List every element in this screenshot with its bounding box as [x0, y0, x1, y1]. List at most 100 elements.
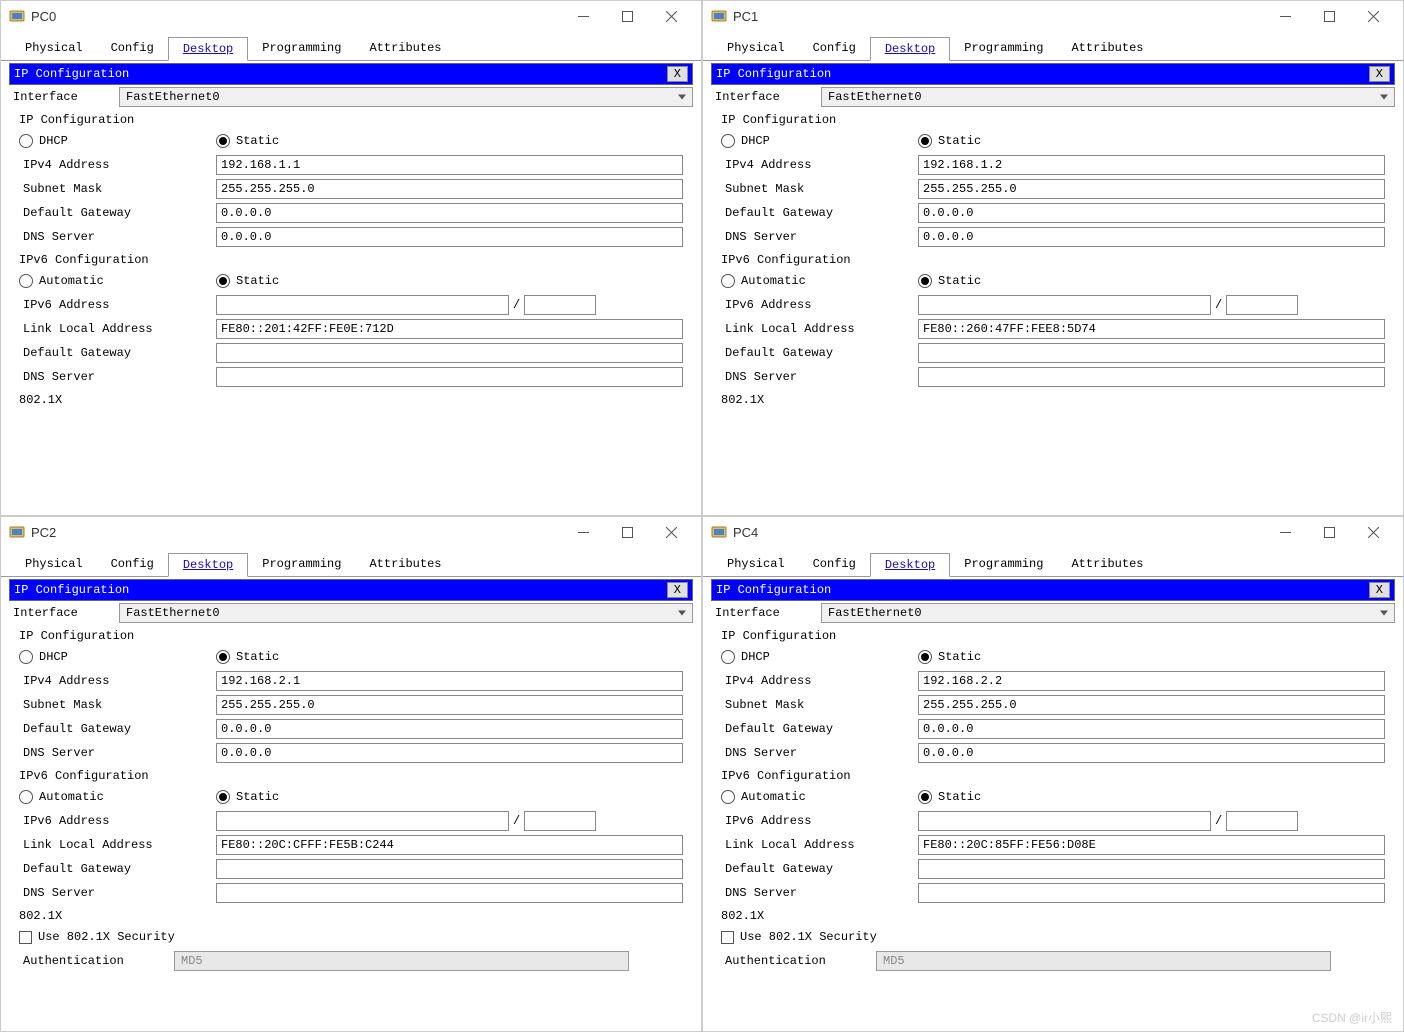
- ipv6-prefix-input[interactable]: [524, 295, 596, 315]
- link-local-input[interactable]: [216, 835, 683, 855]
- ipv6-input[interactable]: [216, 295, 509, 315]
- static-radio[interactable]: Static: [918, 650, 1115, 664]
- ipv4-input[interactable]: [918, 155, 1385, 175]
- link-local-input[interactable]: [918, 835, 1385, 855]
- dns6-input[interactable]: [216, 367, 683, 387]
- dns6-input[interactable]: [216, 883, 683, 903]
- interface-label: Interface: [711, 90, 821, 104]
- interface-select[interactable]: FastEthernet0: [821, 603, 1395, 623]
- ipv6-prefix-input[interactable]: [1226, 295, 1298, 315]
- ipv4-input[interactable]: [216, 671, 683, 691]
- tab-config[interactable]: Config: [799, 553, 870, 576]
- gateway-input[interactable]: [918, 203, 1385, 223]
- tab-desktop[interactable]: Desktop: [168, 553, 248, 577]
- tab-attributes[interactable]: Attributes: [1057, 553, 1157, 576]
- dhcp-radio[interactable]: DHCP: [721, 650, 918, 664]
- use-8021x-checkbox[interactable]: [19, 931, 32, 944]
- ipv4-input[interactable]: [216, 155, 683, 175]
- static-radio[interactable]: Static: [216, 650, 413, 664]
- interface-select[interactable]: FastEthernet0: [119, 87, 693, 107]
- link-local-input[interactable]: [918, 319, 1385, 339]
- link-local-input[interactable]: [216, 319, 683, 339]
- interface-select[interactable]: FastEthernet0: [821, 87, 1395, 107]
- ipv6-input[interactable]: [918, 295, 1211, 315]
- panel-close-button[interactable]: X: [667, 582, 688, 598]
- static-ipv6-radio[interactable]: Static: [216, 790, 413, 804]
- static-ipv6-radio[interactable]: Static: [216, 274, 413, 288]
- panel-close-button[interactable]: X: [1369, 66, 1390, 82]
- minimize-button[interactable]: [561, 518, 605, 546]
- minimize-button[interactable]: [561, 2, 605, 30]
- static-radio[interactable]: Static: [918, 134, 1115, 148]
- close-button[interactable]: [649, 2, 693, 30]
- tab-attributes[interactable]: Attributes: [355, 37, 455, 60]
- static-radio[interactable]: Static: [216, 134, 413, 148]
- subnet-input[interactable]: [918, 695, 1385, 715]
- static-ipv6-radio[interactable]: Static: [918, 790, 1115, 804]
- gateway-input[interactable]: [918, 719, 1385, 739]
- gateway6-input[interactable]: [216, 343, 683, 363]
- tab-desktop[interactable]: Desktop: [168, 37, 248, 61]
- dhcp-radio[interactable]: DHCP: [721, 134, 918, 148]
- tab-programming[interactable]: Programming: [248, 553, 355, 576]
- close-button[interactable]: [649, 518, 693, 546]
- ipv6-prefix-input[interactable]: [524, 811, 596, 831]
- tab-physical[interactable]: Physical: [11, 553, 97, 576]
- dns-input[interactable]: [216, 227, 683, 247]
- tab-physical[interactable]: Physical: [11, 37, 97, 60]
- tab-attributes[interactable]: Attributes: [355, 553, 455, 576]
- dns-input[interactable]: [918, 227, 1385, 247]
- subnet-input[interactable]: [216, 179, 683, 199]
- auth-select[interactable]: MD5: [174, 951, 629, 971]
- automatic-radio[interactable]: Automatic: [721, 790, 918, 804]
- maximize-button[interactable]: [605, 2, 649, 30]
- automatic-radio[interactable]: Automatic: [721, 274, 918, 288]
- use-8021x-label: Use 802.1X Security: [740, 930, 877, 944]
- dns-input[interactable]: [216, 743, 683, 763]
- dns6-input[interactable]: [918, 883, 1385, 903]
- maximize-button[interactable]: [1307, 518, 1351, 546]
- ipv6-prefix-input[interactable]: [1226, 811, 1298, 831]
- panel-close-button[interactable]: X: [667, 66, 688, 82]
- tab-desktop[interactable]: Desktop: [870, 553, 950, 577]
- dhcp-radio[interactable]: DHCP: [19, 134, 216, 148]
- close-button[interactable]: [1351, 2, 1395, 30]
- gateway-input[interactable]: [216, 719, 683, 739]
- dns-input[interactable]: [918, 743, 1385, 763]
- gateway6-input[interactable]: [918, 859, 1385, 879]
- tab-config[interactable]: Config: [799, 37, 870, 60]
- interface-select[interactable]: FastEthernet0: [119, 603, 693, 623]
- automatic-radio[interactable]: Automatic: [19, 790, 216, 804]
- maximize-button[interactable]: [1307, 2, 1351, 30]
- static-ipv6-label: Static: [236, 790, 279, 804]
- ipv4-input[interactable]: [918, 671, 1385, 691]
- tab-programming[interactable]: Programming: [950, 553, 1057, 576]
- tab-programming[interactable]: Programming: [248, 37, 355, 60]
- gateway-input[interactable]: [216, 203, 683, 223]
- tab-programming[interactable]: Programming: [950, 37, 1057, 60]
- tab-desktop[interactable]: Desktop: [870, 37, 950, 61]
- minimize-button[interactable]: [1263, 2, 1307, 30]
- close-button[interactable]: [1351, 518, 1395, 546]
- tab-config[interactable]: Config: [97, 553, 168, 576]
- tab-physical[interactable]: Physical: [713, 553, 799, 576]
- gateway-label: Default Gateway: [19, 206, 216, 220]
- gateway6-input[interactable]: [918, 343, 1385, 363]
- gateway6-input[interactable]: [216, 859, 683, 879]
- automatic-radio[interactable]: Automatic: [19, 274, 216, 288]
- dns6-input[interactable]: [918, 367, 1385, 387]
- minimize-button[interactable]: [1263, 518, 1307, 546]
- ipv6-input[interactable]: [216, 811, 509, 831]
- panel-close-button[interactable]: X: [1369, 582, 1390, 598]
- static-ipv6-radio[interactable]: Static: [918, 274, 1115, 288]
- auth-select[interactable]: MD5: [876, 951, 1331, 971]
- dhcp-radio[interactable]: DHCP: [19, 650, 216, 664]
- subnet-input[interactable]: [918, 179, 1385, 199]
- tab-attributes[interactable]: Attributes: [1057, 37, 1157, 60]
- tab-physical[interactable]: Physical: [713, 37, 799, 60]
- use-8021x-checkbox[interactable]: [721, 931, 734, 944]
- ipv6-input[interactable]: [918, 811, 1211, 831]
- subnet-input[interactable]: [216, 695, 683, 715]
- maximize-button[interactable]: [605, 518, 649, 546]
- tab-config[interactable]: Config: [97, 37, 168, 60]
